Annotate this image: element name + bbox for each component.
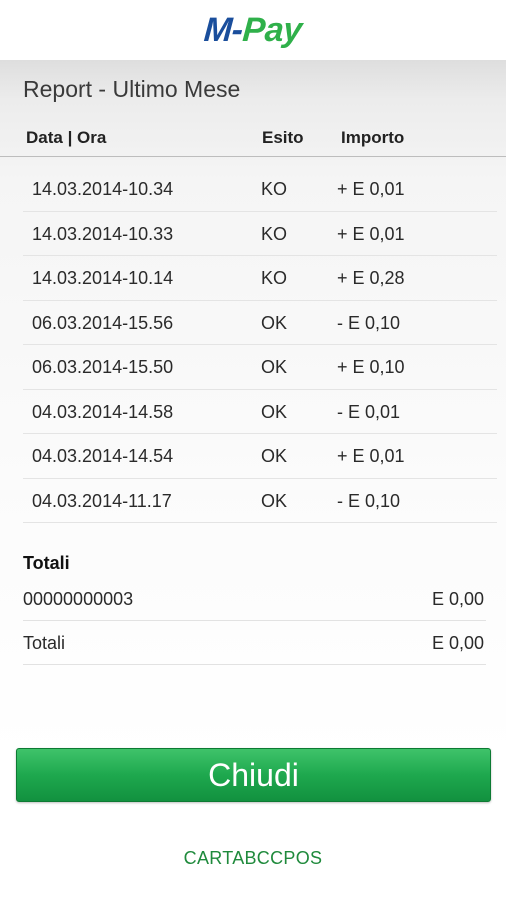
logo-pay: Pay (241, 11, 304, 49)
mpay-logo: M-Pay (202, 11, 304, 49)
app-screen: M-Pay Report - Ultimo Mese Data | Ora Es… (0, 0, 506, 900)
footer-label: CARTABCCPOS (183, 848, 323, 868)
row-importo: - E 0,10 (337, 312, 401, 333)
row-esito: OK (261, 312, 288, 333)
column-header-date: Data | Ora (26, 128, 107, 147)
table-row[interactable]: 14.03.2014-10.33 KO + E 0,01 (23, 212, 497, 256)
totals-row-label: Totali (23, 633, 66, 653)
table-row[interactable]: 04.03.2014-11.17 OK - E 0,10 (23, 479, 497, 523)
totals-row: Totali E 0,00 (23, 621, 486, 665)
row-importo: + E 0,01 (337, 179, 405, 199)
row-esito: KO (261, 268, 288, 288)
row-date: 04.03.2014-11.17 (32, 490, 172, 511)
logo-m: M (202, 11, 234, 49)
page-title: Report - Ultimo Mese (23, 76, 241, 102)
row-date: 06.03.2014-15.56 (32, 312, 174, 333)
totals-row-label: 00000000003 (23, 589, 134, 609)
header-divider (0, 156, 506, 157)
row-date: 06.03.2014-15.50 (32, 357, 174, 377)
totals-row-value: E 0,00 (431, 633, 484, 653)
row-importo: + E 0,01 (337, 446, 405, 466)
row-date: 14.03.2014-10.14 (32, 268, 174, 288)
top-bar: M-Pay (0, 0, 506, 60)
row-date: 14.03.2014-10.33 (32, 223, 174, 244)
table-row[interactable]: 06.03.2014-15.50 OK + E 0,10 (23, 345, 497, 390)
row-esito: OK (261, 446, 288, 466)
row-importo: - E 0,01 (337, 401, 401, 422)
column-header-importo: Importo (341, 128, 405, 147)
table-row[interactable]: 04.03.2014-14.54 OK + E 0,01 (23, 434, 497, 479)
row-importo: + E 0,01 (337, 223, 405, 244)
row-date: 04.03.2014-14.54 (32, 446, 174, 466)
row-date: 04.03.2014-14.58 (32, 401, 174, 422)
row-importo: + E 0,28 (337, 268, 405, 288)
row-esito: KO (261, 223, 288, 244)
row-esito: OK (261, 490, 288, 511)
close-button[interactable]: Chiudi (16, 748, 491, 802)
transactions-list: 14.03.2014-10.34 KO + E 0,01 14.03.2014-… (23, 167, 497, 523)
row-importo: + E 0,10 (337, 357, 405, 377)
totals-row: 00000000003 E 0,00 (23, 577, 486, 621)
table-row[interactable]: 14.03.2014-10.34 KO + E 0,01 (23, 167, 497, 212)
row-esito: OK (261, 357, 288, 377)
row-date: 14.03.2014-10.34 (32, 179, 174, 199)
totals-row-value: E 0,00 (431, 589, 484, 609)
row-importo: - E 0,10 (337, 490, 401, 511)
column-header-esito: Esito (262, 128, 304, 147)
table-row[interactable]: 14.03.2014-10.14 KO + E 0,28 (23, 256, 497, 301)
row-esito: KO (261, 179, 288, 199)
row-esito: OK (261, 401, 288, 422)
table-row[interactable]: 04.03.2014-14.58 OK - E 0,01 (23, 390, 497, 434)
totals-heading: Totali (23, 553, 70, 573)
table-row[interactable]: 06.03.2014-15.56 OK - E 0,10 (23, 301, 497, 345)
